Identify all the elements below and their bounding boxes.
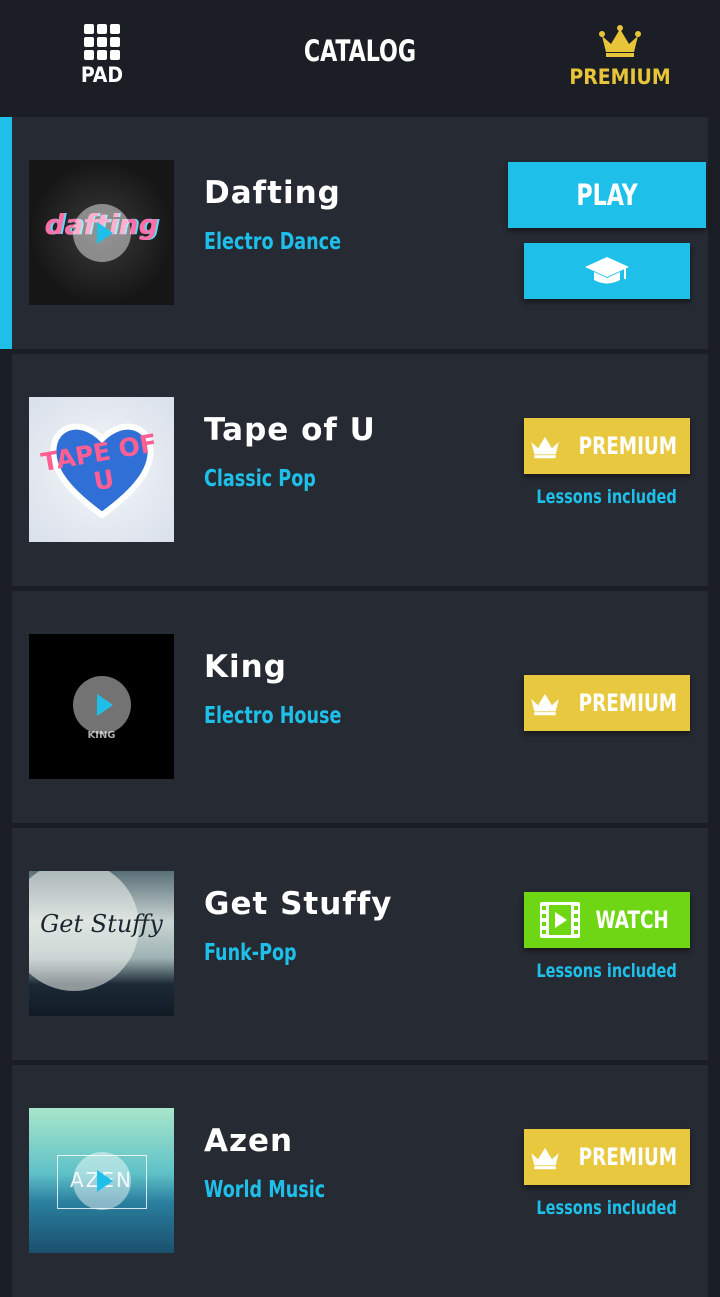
premium-button[interactable]: PREMIUM <box>524 675 690 731</box>
song-card-tape-of-u[interactable]: TAPE OF U Tape of U Classic Pop PREMIUM … <box>12 354 708 586</box>
lessons-button[interactable] <box>524 243 690 299</box>
lessons-included-note: Lessons included <box>524 486 690 508</box>
album-cover[interactable]: Get Stuffy <box>29 871 174 1016</box>
premium-button[interactable]: PREMIUM <box>524 1129 690 1185</box>
crown-icon <box>599 25 641 57</box>
play-preview-icon[interactable] <box>73 1152 131 1210</box>
album-cover[interactable]: KING <box>29 634 174 779</box>
play-button-label: PLAY <box>576 178 638 212</box>
crown-icon <box>531 436 559 459</box>
crown-icon <box>531 1147 559 1170</box>
song-title: Get Stuffy <box>204 886 393 922</box>
graduation-cap-icon <box>585 257 629 284</box>
song-card-get-stuffy[interactable]: Get Stuffy Get Stuffy Funk-Pop WATCH Les… <box>12 828 708 1060</box>
grid-icon <box>84 24 120 60</box>
film-play-icon <box>539 902 580 938</box>
lessons-included-note: Lessons included <box>524 960 690 982</box>
song-genre: Electro Dance <box>204 229 342 255</box>
premium-button[interactable]: PREMIUM <box>524 418 690 474</box>
top-bar: PAD CATALOG PREMIUM <box>0 0 720 112</box>
lessons-included-label: Lessons included <box>536 1197 678 1219</box>
premium-nav-button[interactable]: PREMIUM <box>568 24 672 94</box>
song-title: Azen <box>204 1123 294 1159</box>
premium-button-label: PREMIUM <box>578 1143 678 1171</box>
song-title: Dafting <box>204 175 341 211</box>
premium-button-label: PREMIUM <box>578 432 678 460</box>
song-genre: Funk-Pop <box>204 940 297 966</box>
crown-icon <box>531 693 559 716</box>
pad-nav-button[interactable]: PAD <box>72 24 132 94</box>
play-preview-icon[interactable] <box>73 204 131 262</box>
page-title: CATALOG <box>303 34 417 68</box>
song-genre: World Music <box>204 1177 326 1203</box>
song-card-dafting[interactable]: dafting Dafting Electro Dance PLAY <box>0 117 708 349</box>
watch-button-label: WATCH <box>595 906 669 934</box>
pad-label: PAD <box>80 63 124 87</box>
song-title: Tape of U <box>204 412 376 448</box>
album-cover[interactable]: AZEN <box>29 1108 174 1253</box>
premium-button-label: PREMIUM <box>578 689 678 717</box>
song-genre: Electro House <box>204 703 342 729</box>
cover-art-text: Get Stuffy <box>40 910 163 938</box>
song-card-king[interactable]: KING King Electro House PREMIUM <box>12 591 708 823</box>
album-cover[interactable]: TAPE OF U <box>29 397 174 542</box>
song-title: King <box>204 649 287 685</box>
play-button[interactable]: PLAY <box>508 162 706 228</box>
lessons-included-label: Lessons included <box>536 486 678 508</box>
selected-indicator <box>0 117 12 349</box>
watch-button[interactable]: WATCH <box>524 892 690 948</box>
album-cover[interactable]: dafting <box>29 160 174 305</box>
lessons-included-label: Lessons included <box>536 960 678 982</box>
song-genre: Classic Pop <box>204 466 316 492</box>
premium-label: PREMIUM <box>569 65 671 89</box>
lessons-included-note: Lessons included <box>524 1197 690 1219</box>
play-preview-icon[interactable] <box>73 676 131 734</box>
song-card-azen[interactable]: AZEN Azen World Music PREMIUM Lessons in… <box>12 1065 708 1297</box>
